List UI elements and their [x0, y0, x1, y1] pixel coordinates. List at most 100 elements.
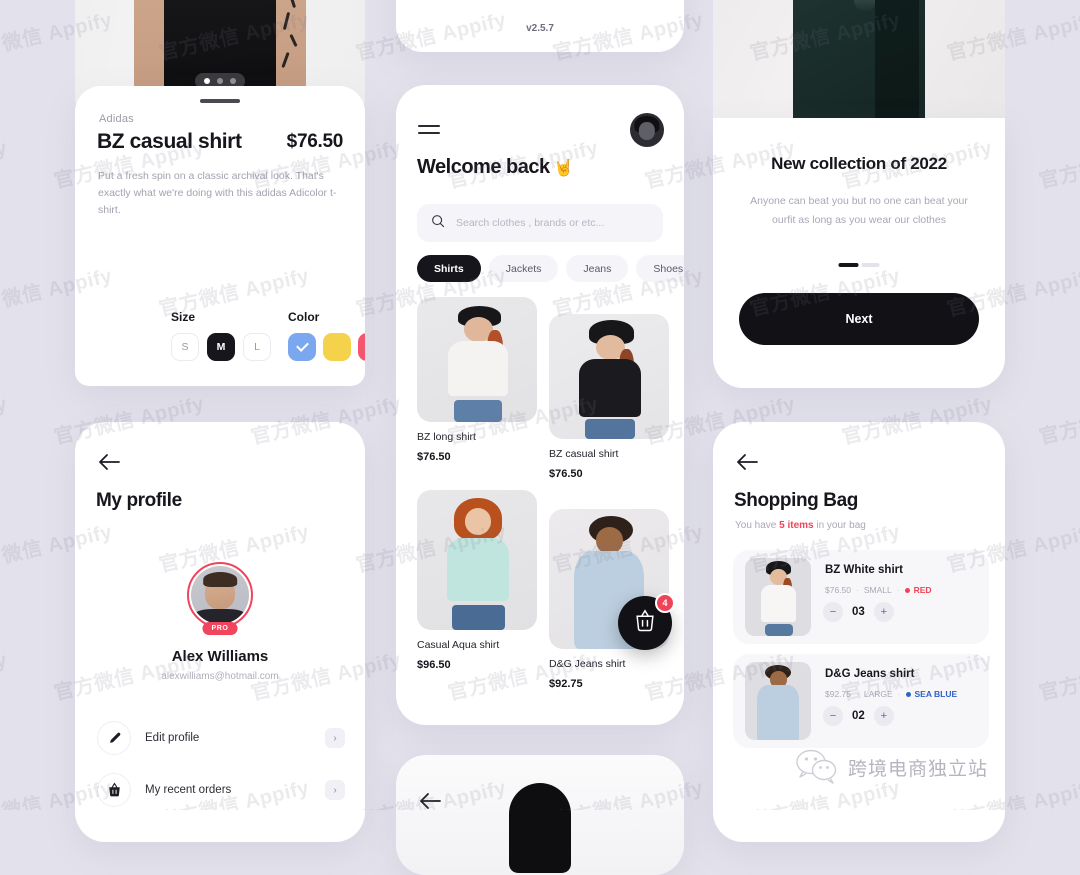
color-option-yellow[interactable] [323, 333, 351, 361]
carousel-dot-2[interactable] [217, 78, 223, 84]
greeting-text: Welcome back [417, 156, 550, 178]
menu-icon[interactable] [418, 125, 440, 134]
product-price: $92.75 [549, 678, 583, 690]
avatar-ring [187, 562, 253, 628]
color-label: Color [288, 310, 320, 324]
product-description: Put a fresh spin on a classic archival l… [98, 170, 337, 216]
bag-item-size: LARGE [863, 689, 893, 699]
quantity-value: 02 [852, 710, 865, 722]
tab-jeans[interactable]: Jeans [566, 255, 629, 282]
pagination-dot-2[interactable] [861, 263, 880, 267]
product-card-3[interactable]: Casual Aqua shirt $96.50 [417, 490, 537, 671]
product-image [417, 297, 537, 422]
product-name: BZ casual shirt [549, 448, 619, 460]
bag-item-quantity-stepper[interactable]: − 02 + [823, 706, 894, 726]
menu-item-edit-profile[interactable]: Edit profile › [97, 718, 345, 758]
status-badge: PRO [202, 622, 238, 635]
bag-item-count: 5 items [779, 520, 814, 531]
color-option-red[interactable] [358, 333, 365, 361]
size-label: Size [171, 310, 196, 324]
user-avatar[interactable] [630, 113, 664, 147]
bag-list-item-2[interactable]: D&G Jeans shirt $92.75 · LARGE · SEA BLU… [733, 654, 989, 748]
bag-list-item-1[interactable]: BZ White shirt $76.50 · SMALL · RED − 03… [733, 550, 989, 644]
product-card-1[interactable]: BZ long shirt $76.50 [417, 297, 537, 463]
search-input[interactable]: Search clothes , brands or etc... [417, 204, 663, 242]
wave-emoji: 🤘 [553, 160, 574, 177]
bag-subtitle-prefix: You have [735, 520, 780, 531]
greeting-heading: Welcome back 🤘 [417, 156, 574, 179]
product-detail-card: Adidas BZ casual shirt $76.50 Put a fres… [75, 86, 365, 386]
back-button[interactable] [735, 450, 759, 474]
cart-fab-button[interactable]: 4 [618, 593, 675, 650]
quantity-value: 03 [852, 606, 865, 618]
size-selector[interactable]: S M L [171, 333, 271, 361]
color-dot-icon [905, 691, 911, 697]
bag-item-meta: $92.75 · LARGE · SEA BLUE [825, 689, 957, 699]
product-name: Casual Aqua shirt [417, 639, 500, 651]
check-icon [295, 339, 309, 352]
product-price: $96.50 [417, 659, 451, 671]
page-title: Shopping Bag [734, 490, 858, 511]
chevron-right-icon[interactable]: › [325, 728, 345, 748]
pagination-dot-1[interactable] [838, 263, 859, 267]
quantity-increment-button[interactable]: + [873, 706, 894, 726]
product-brand: Adidas [99, 113, 134, 125]
product-name: BZ long shirt [417, 431, 476, 443]
chevron-right-icon[interactable]: › [325, 780, 345, 800]
product-image [549, 314, 669, 439]
size-option-s[interactable]: S [171, 333, 199, 361]
basket-icon [634, 609, 656, 637]
app-version: v2.5.7 [526, 23, 554, 34]
size-option-l[interactable]: L [243, 333, 271, 361]
next-button[interactable]: Next [739, 293, 979, 345]
version-card: v2.5.7 [396, 0, 684, 52]
profile-card: My profile PRO Alex Williams alexwilliam… [75, 422, 365, 842]
basket-icon [97, 773, 131, 807]
sheet-drag-handle[interactable] [200, 99, 240, 103]
product-price: $76.50 [286, 131, 344, 152]
tab-shirts[interactable]: Shirts [417, 255, 481, 282]
onboarding-card: New collection of 2022 Anyone can beat y… [713, 118, 1005, 388]
bag-item-color-label: RED [913, 585, 932, 595]
meta-separator: · [856, 585, 859, 595]
bag-item-color: SEA BLUE [905, 689, 957, 699]
onboarding-title: New collection of 2022 [771, 154, 947, 173]
back-button[interactable] [418, 789, 442, 813]
bag-item-quantity-stepper[interactable]: − 03 + [823, 602, 894, 622]
bag-item-size: SMALL [863, 585, 892, 595]
page-title: My profile [96, 490, 182, 511]
product-name: D&G Jeans shirt [549, 658, 626, 670]
size-option-m[interactable]: M [207, 333, 235, 361]
carousel-dot-3[interactable] [230, 78, 236, 84]
tab-jackets[interactable]: Jackets [488, 255, 559, 282]
bag-item-price: $92.75 [825, 689, 851, 699]
bag-item-color: RED [904, 585, 932, 595]
model-coat [793, 0, 925, 128]
product-price: $76.50 [417, 451, 451, 463]
carousel-dot-1[interactable] [204, 78, 210, 84]
bag-item-meta: $76.50 · SMALL · RED [825, 585, 932, 595]
product-image [417, 490, 537, 630]
color-option-blue[interactable] [288, 333, 316, 361]
product-card-2[interactable]: BZ casual shirt $76.50 [549, 314, 669, 480]
avatar[interactable]: PRO [187, 562, 253, 635]
quantity-decrement-button[interactable]: − [823, 706, 843, 726]
profile-name: Alex Williams [171, 648, 269, 665]
bag-item-thumbnail [745, 662, 811, 740]
search-icon [431, 214, 445, 233]
home-screen-card: Welcome back 🤘 Search clothes , brands or… [396, 85, 684, 725]
search-placeholder: Search clothes , brands or etc... [456, 217, 605, 229]
menu-item-recent-orders[interactable]: My recent orders › [97, 770, 345, 810]
onboarding-pagination[interactable] [838, 263, 880, 267]
tab-shoes[interactable]: Shoes [636, 255, 684, 282]
quantity-decrement-button[interactable]: − [823, 602, 843, 622]
category-tabs[interactable]: Shirts Jackets Jeans Shoes A [417, 255, 684, 282]
bag-item-name: BZ White shirt [825, 564, 903, 576]
onboarding-hero-image [713, 0, 1005, 128]
next-screen-partial-card [396, 755, 684, 875]
product-price: $76.50 [549, 468, 583, 480]
quantity-increment-button[interactable]: + [873, 602, 894, 622]
color-selector[interactable] [288, 333, 365, 361]
back-button[interactable] [97, 450, 121, 474]
menu-item-label: Edit profile [145, 732, 200, 744]
